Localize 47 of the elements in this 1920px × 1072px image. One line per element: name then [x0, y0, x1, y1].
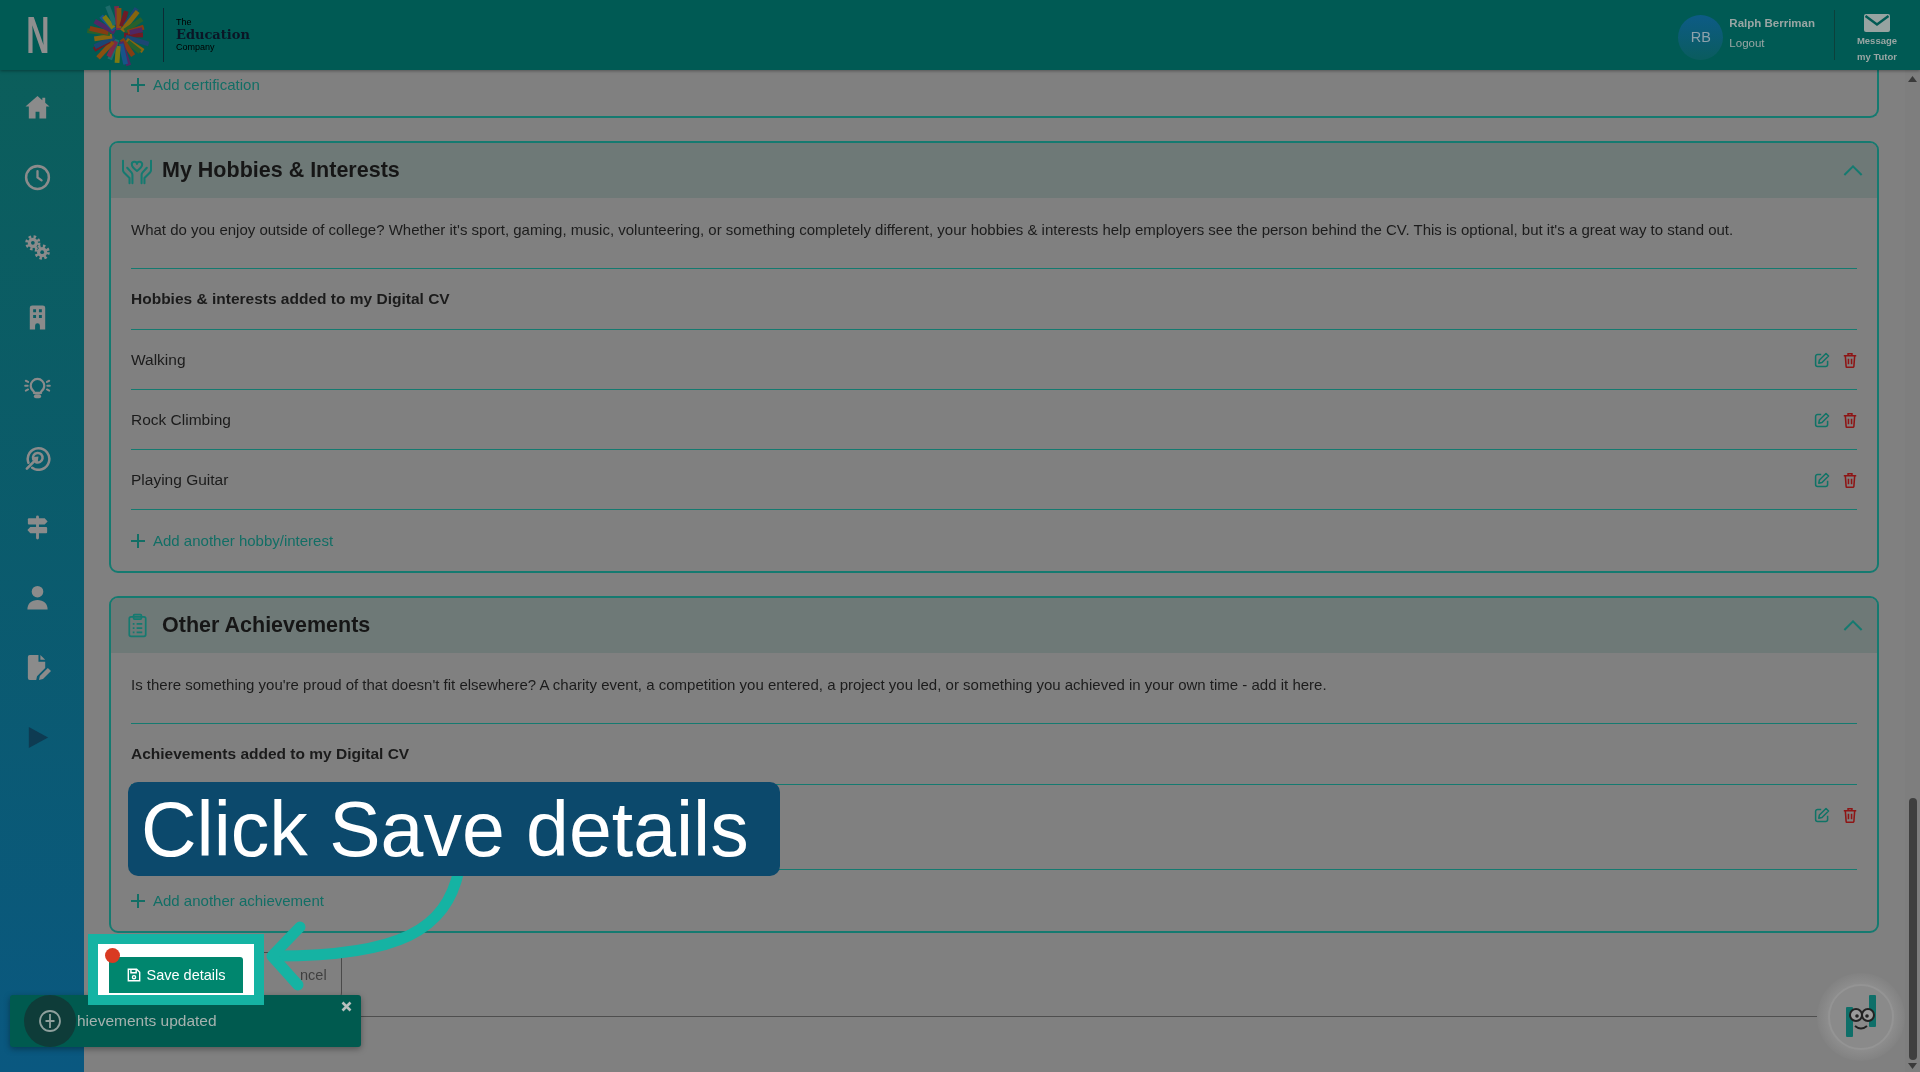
- list-heading: Achievements added to my Digital CV: [131, 744, 410, 764]
- list-heading: Hobbies & interests added to my Digital CV: [131, 289, 450, 309]
- gears-icon[interactable]: [23, 233, 51, 261]
- edit-icon[interactable]: [1814, 352, 1830, 368]
- plus-icon: [131, 893, 145, 908]
- scrollbar-thumb[interactable]: [1908, 798, 1917, 1060]
- toast-message: hievements updated: [77, 1012, 217, 1030]
- list-item-label: Rock Climbing: [131, 410, 231, 430]
- plus-circle-icon: [24, 995, 76, 1047]
- section-description: Is there something you're proud of that doesn't fit elsewhere? A charity event, a competition you entered, a project you led, or something you achieved in your own time - add it here.: [131, 675, 1328, 695]
- brand-prefix: The: [176, 18, 193, 27]
- close-icon[interactable]: [341, 1001, 352, 1012]
- list-item-label: Walking: [131, 350, 186, 370]
- click-marker-icon: [105, 948, 120, 963]
- envelope-icon: [1864, 14, 1890, 32]
- trash-icon[interactable]: [1843, 472, 1857, 488]
- clock-icon[interactable]: [23, 163, 51, 191]
- trash-icon[interactable]: [1843, 412, 1857, 428]
- edit-icon[interactable]: [1814, 412, 1830, 428]
- plus-icon: [131, 533, 145, 548]
- scroll-down-button[interactable]: [1908, 1063, 1917, 1069]
- message-tutor-button[interactable]: Message my Tutor: [1846, 14, 1908, 64]
- edit-icon[interactable]: [1814, 807, 1830, 823]
- section-title: My Hobbies & Interests: [162, 158, 400, 183]
- save-details-button[interactable]: Save details: [109, 957, 243, 993]
- chatbot-mascot-icon[interactable]: [1817, 973, 1905, 1061]
- home-icon[interactable]: [23, 93, 51, 121]
- add-link[interactable]: Add another achievement: [131, 889, 324, 912]
- logout-link[interactable]: Logout: [1729, 36, 1815, 50]
- add-link[interactable]: Add another hobby/interest: [131, 529, 334, 552]
- list-item-label: Playing Guitar: [131, 470, 229, 490]
- tutorial-callout: Click Save details: [128, 782, 780, 876]
- section-title: Other Achievements: [162, 613, 371, 638]
- trash-icon[interactable]: [1843, 807, 1857, 823]
- sunburst-logo-icon: [86, 2, 152, 68]
- clipboard-list-icon: [127, 613, 147, 638]
- brand-name: Education: [176, 28, 250, 41]
- plus-icon: [131, 78, 145, 92]
- user-name: Ralph Berriman: [1729, 16, 1815, 30]
- trash-icon[interactable]: [1843, 352, 1857, 368]
- edit-icon[interactable]: [1814, 472, 1830, 488]
- user-avatar[interactable]: RB: [1678, 14, 1724, 60]
- app-logo[interactable]: N: [26, 9, 50, 61]
- scroll-up-button[interactable]: [1908, 76, 1917, 82]
- section-description: What do you enjoy outside of college? Whether it's sport, gaming, music, volunteering, or something completely different, your hobbies & interests help employers see the person behind the CV. This is optional, but it's a great way to stand out.: [131, 220, 1735, 240]
- brand-suffix: Company: [176, 43, 216, 52]
- add-link[interactable]: Add certification: [131, 74, 260, 96]
